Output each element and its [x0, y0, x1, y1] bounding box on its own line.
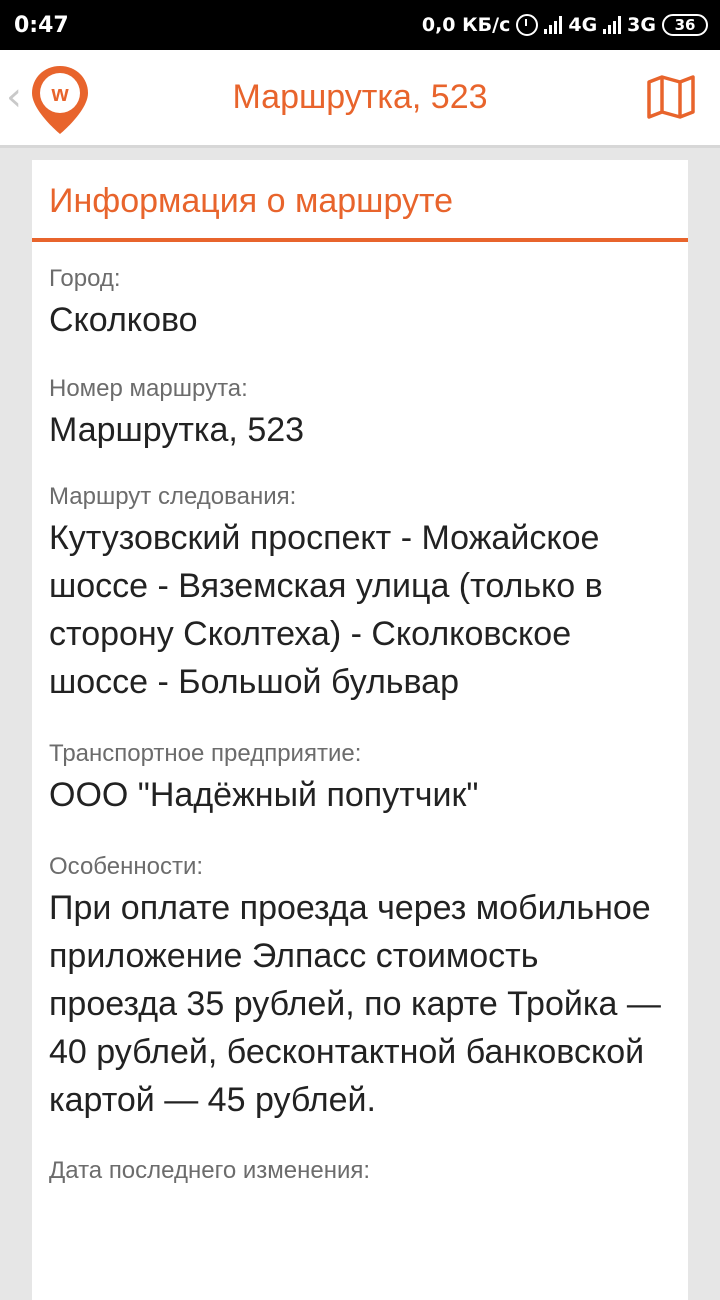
map-icon[interactable]	[646, 74, 696, 120]
field-label: Город:	[49, 265, 121, 292]
field-value: Маршрутка, 523	[49, 411, 305, 449]
field-value: ООО "Надёжный попутчик"	[49, 776, 479, 814]
page-title: Маршрутка, 523	[232, 78, 488, 116]
network-speed: 0,0 КБ/с	[421, 14, 511, 36]
network-type-1: 4G	[568, 14, 598, 36]
status-icons: 0,0 КБ/с 4G 3G 36	[422, 14, 720, 36]
field-value: Сколково	[49, 301, 198, 339]
signal-icon-2	[603, 16, 622, 34]
field-features: Особенности: При оплате проезда через мо…	[32, 852, 688, 1124]
network-type-2: 3G	[627, 14, 656, 36]
field-label: Особенности:	[49, 853, 204, 880]
field-label: Маршрут следования:	[49, 483, 297, 510]
battery-icon: 36	[662, 14, 708, 36]
status-bar: 0:47 0,0 КБ/с 4G 3G 36	[0, 0, 720, 50]
field-value: Кутузовский проспект - Можайское шоссе -…	[49, 519, 603, 701]
field-city: Город: Сколково	[32, 264, 688, 344]
field-route-path: Маршрут следования: Кутузовский проспект…	[32, 482, 688, 706]
field-transport-company: Транспортное предприятие: ООО "Надёжный …	[32, 739, 688, 819]
alarm-icon	[516, 14, 539, 36]
field-label: Дата последнего изменения:	[49, 1157, 371, 1184]
field-route-number: Номер маршрута: Маршрутка, 523	[32, 374, 688, 454]
route-info-card: Информация о маршруте Город: Сколково Но…	[32, 160, 688, 1300]
field-last-modified: Дата последнего изменения:	[32, 1156, 688, 1186]
status-time: 0:47	[14, 12, 69, 38]
field-label: Транспортное предприятие:	[49, 740, 362, 767]
signal-icon	[544, 16, 563, 34]
card-title: Информация о маршруте	[32, 160, 688, 242]
field-label: Номер маршрута:	[49, 375, 248, 402]
app-header: ‹ w Маршрутка, 523	[0, 50, 720, 148]
field-value: При оплате проезда через мобильное прило…	[49, 889, 661, 1119]
